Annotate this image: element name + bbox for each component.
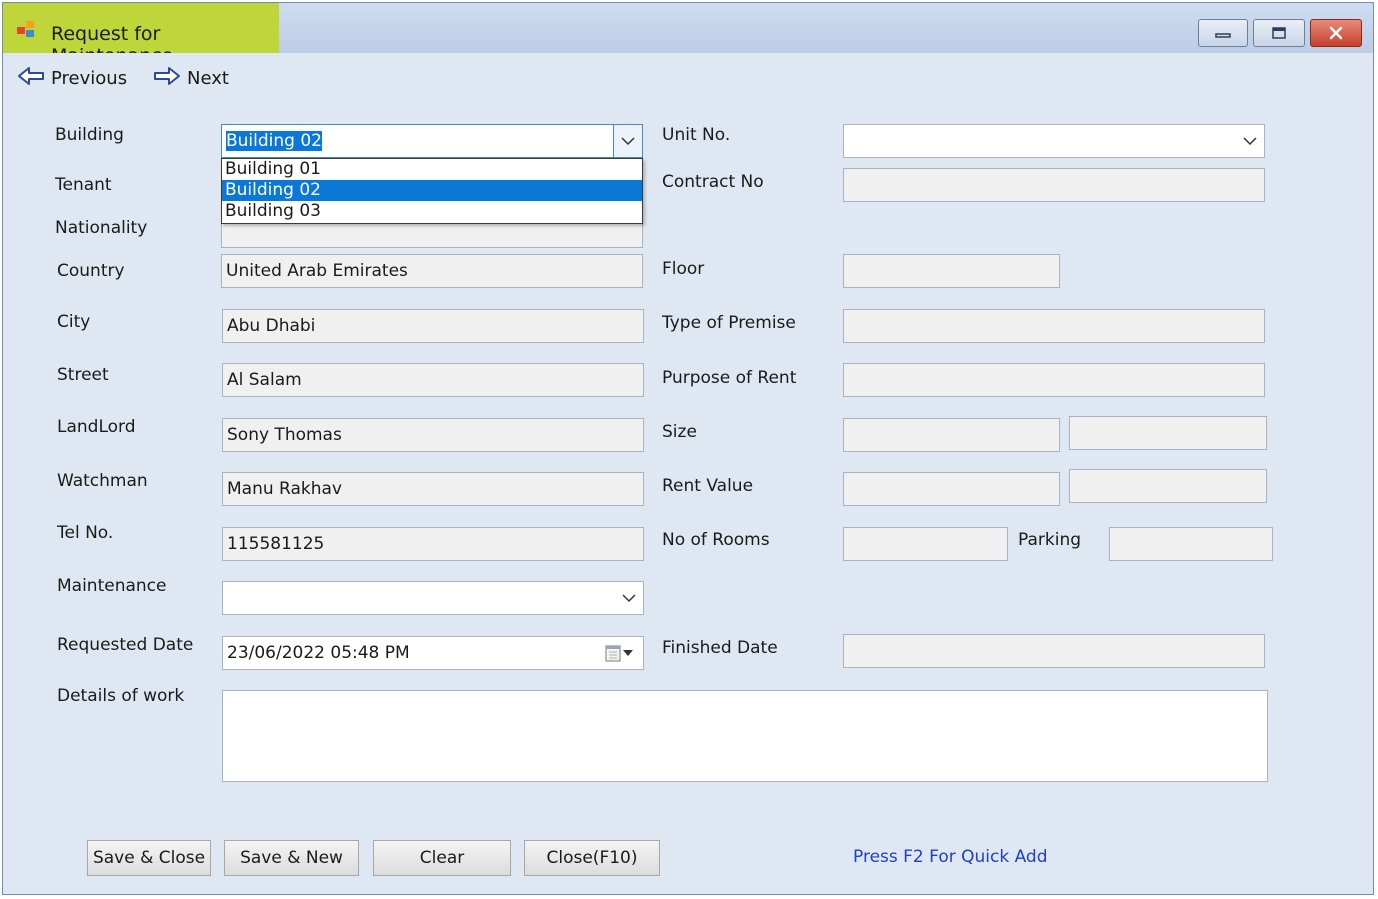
size-unit-field[interactable] — [1069, 416, 1267, 450]
landlord-field[interactable]: Sony Thomas — [222, 418, 644, 452]
landlord-label: LandLord — [57, 417, 136, 437]
chevron-down-icon[interactable] — [613, 125, 642, 157]
city-label: City — [57, 312, 91, 332]
title-bar[interactable]: Request for Maintenance — [3, 3, 1373, 67]
city-field[interactable]: Abu Dhabi — [222, 309, 644, 343]
country-field[interactable]: United Arab Emirates — [221, 254, 643, 288]
maximize-icon — [1254, 20, 1304, 46]
tenant-label: Tenant — [55, 175, 112, 195]
parking-field[interactable] — [1109, 527, 1273, 561]
maintenance-label: Maintenance — [57, 576, 167, 596]
watchman-value: Manu Rakhav — [227, 479, 342, 499]
country-value: United Arab Emirates — [226, 261, 408, 281]
purpose-label: Purpose of Rent — [662, 368, 797, 388]
close-icon — [1311, 20, 1361, 46]
watchman-field[interactable]: Manu Rakhav — [222, 472, 644, 506]
clear-button[interactable]: Clear — [373, 840, 511, 876]
requested-date-label: Requested Date — [57, 635, 194, 655]
premise-label: Type of Premise — [662, 313, 796, 333]
maximize-button[interactable] — [1253, 19, 1305, 47]
unit-combo[interactable] — [843, 124, 1265, 158]
contract-label: Contract No — [662, 172, 764, 192]
title-tab: Request for Maintenance — [3, 3, 279, 67]
landlord-value: Sony Thomas — [227, 425, 342, 445]
country-label: Country — [57, 261, 125, 281]
quick-add-hint: Press F2 For Quick Add — [853, 847, 1048, 867]
tel-field[interactable]: 115581125 — [222, 527, 644, 561]
building-label: Building — [55, 125, 124, 145]
maintenance-combo[interactable] — [222, 581, 644, 615]
calendar-icon[interactable] — [605, 644, 633, 662]
chevron-down-icon[interactable] — [1236, 125, 1264, 157]
minimize-icon — [1199, 20, 1247, 46]
purpose-field[interactable] — [843, 363, 1265, 397]
details-label: Details of work — [57, 686, 185, 706]
tel-value: 115581125 — [227, 534, 325, 554]
rent-extra-field[interactable] — [1069, 469, 1267, 503]
floor-field[interactable] — [843, 254, 1060, 288]
rent-field[interactable] — [843, 472, 1060, 506]
close-window-button[interactable] — [1310, 19, 1362, 47]
street-field[interactable]: Al Salam — [222, 363, 644, 397]
building-value: Building 02 — [226, 131, 322, 151]
unit-label: Unit No. — [662, 125, 731, 145]
next-button[interactable]: Next — [153, 65, 229, 92]
save-new-button[interactable]: Save & New — [224, 840, 359, 876]
rooms-label: No of Rooms — [662, 530, 770, 550]
contract-field[interactable] — [843, 168, 1265, 202]
details-textarea[interactable] — [222, 690, 1268, 782]
rent-label: Rent Value — [662, 476, 754, 496]
city-value: Abu Dhabi — [227, 316, 316, 336]
building-dropdown-list: Building 01 Building 02 Building 03 — [221, 158, 643, 224]
dropdown-option[interactable]: Building 01 — [222, 159, 642, 180]
maintenance-window: Request for Maintenance Previous — [2, 2, 1374, 895]
finished-date-field[interactable] — [843, 634, 1265, 668]
floor-label: Floor — [662, 259, 705, 279]
requested-date-value: 23/06/2022 05:48 PM — [227, 643, 410, 663]
tel-label: Tel No. — [57, 523, 114, 543]
arrow-left-icon — [17, 65, 45, 92]
close-button[interactable]: Close(F10) — [524, 840, 660, 876]
minimize-button[interactable] — [1198, 19, 1248, 47]
previous-label: Previous — [51, 68, 128, 89]
form-area: Previous Next Building Tenant Nationalit… — [3, 53, 1373, 894]
nationality-label: Nationality — [55, 218, 148, 238]
street-label: Street — [57, 365, 109, 385]
arrow-right-icon — [153, 65, 181, 92]
dropdown-option[interactable]: Building 03 — [222, 201, 642, 222]
save-close-button[interactable]: Save & Close — [87, 840, 211, 876]
app-icon — [17, 21, 39, 39]
requested-date-picker[interactable]: 23/06/2022 05:48 PM — [222, 636, 644, 670]
premise-field[interactable] — [843, 309, 1265, 343]
street-value: Al Salam — [227, 370, 302, 390]
size-field[interactable] — [843, 418, 1060, 452]
previous-button[interactable]: Previous — [17, 65, 127, 92]
watchman-label: Watchman — [57, 471, 148, 491]
dropdown-option-selected[interactable]: Building 02 — [222, 180, 642, 201]
size-label: Size — [662, 422, 697, 442]
finished-label: Finished Date — [662, 638, 778, 658]
parking-label: Parking — [1018, 530, 1082, 550]
chevron-down-icon[interactable] — [615, 582, 643, 614]
next-label: Next — [187, 68, 229, 89]
rooms-field[interactable] — [843, 527, 1008, 561]
building-combo[interactable]: Building 02 — [221, 124, 643, 158]
